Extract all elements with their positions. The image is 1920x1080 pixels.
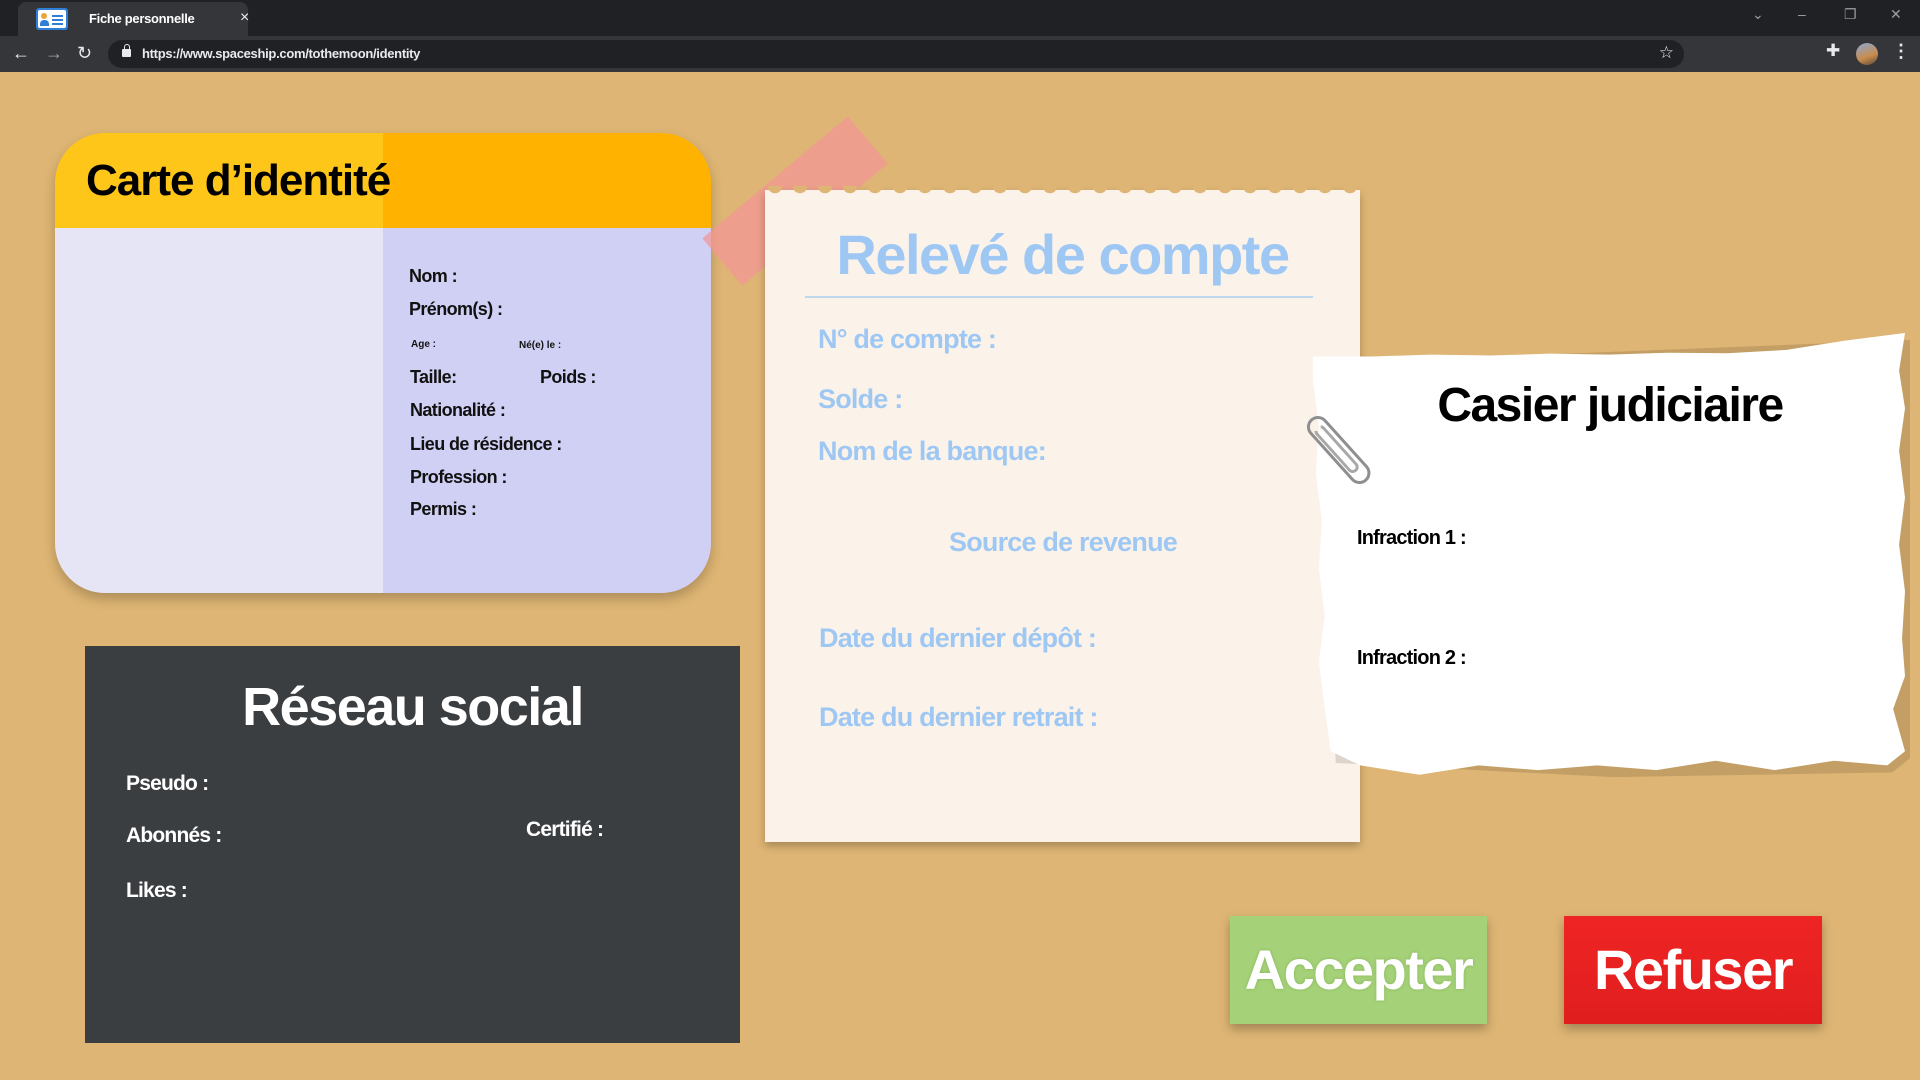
forward-icon[interactable]: → bbox=[45, 42, 63, 64]
title-underline bbox=[805, 296, 1313, 298]
minimize-icon[interactable]: – bbox=[1798, 6, 1806, 22]
identity-card-header: Carte d’identité bbox=[55, 133, 711, 228]
url-text[interactable]: https://www.spaceship.com/tothemoon/iden… bbox=[142, 46, 420, 61]
bookmark-star-icon[interactable]: ☆ bbox=[1659, 43, 1674, 63]
tab-close-icon[interactable]: × bbox=[240, 9, 249, 27]
label-permis: Permis : bbox=[410, 499, 477, 519]
label-nationalite: Nationalité : bbox=[410, 400, 506, 420]
reload-icon[interactable]: ↻ bbox=[77, 42, 92, 64]
label-abonnes: Abonnés : bbox=[126, 824, 222, 847]
label-profession: Profession : bbox=[410, 467, 507, 487]
browser-toolbar: ← → ↻ https://www.spaceship.com/tothemoo… bbox=[0, 36, 1920, 72]
label-taille: Taille: bbox=[410, 367, 457, 387]
label-likes: Likes : bbox=[126, 879, 188, 902]
extensions-icon[interactable]: ✚ bbox=[1826, 41, 1840, 61]
restore-icon[interactable]: ❐ bbox=[1844, 6, 1857, 23]
identity-card: Carte d’identité Nom : Prénom(s) : Age :… bbox=[55, 133, 711, 593]
browser-menu-icon[interactable]: ⋮ bbox=[1892, 41, 1910, 62]
label-certifie: Certifié : bbox=[526, 818, 604, 841]
label-dernier-retrait: Date du dernier retrait : bbox=[819, 702, 1098, 732]
bank-statement-title: Relevé de compte bbox=[836, 223, 1290, 286]
identity-photo-area bbox=[55, 228, 383, 593]
identity-info-panel: Nom : Prénom(s) : Age : Né(e) le : Taill… bbox=[383, 228, 711, 593]
social-title: Réseau social bbox=[242, 677, 584, 737]
label-solde: Solde : bbox=[818, 384, 903, 414]
browser-tab-bar: Fiche personnelle × ⌄ – ❐ ✕ bbox=[0, 0, 1920, 36]
label-dernier-depot: Date du dernier dépôt : bbox=[819, 623, 1097, 653]
label-prenoms: Prénom(s) : bbox=[409, 299, 503, 319]
id-card-icon bbox=[36, 8, 68, 30]
label-poids: Poids : bbox=[540, 367, 596, 387]
label-infraction-1: Infraction 1 : bbox=[1357, 527, 1467, 549]
chevron-down-icon[interactable]: ⌄ bbox=[1752, 6, 1764, 23]
label-date-naissance: Né(e) le : bbox=[519, 340, 562, 351]
label-nom-banque: Nom de la banque: bbox=[818, 436, 1047, 466]
accept-button[interactable]: Accepter bbox=[1230, 916, 1487, 1024]
identity-card-title: Carte d’identité bbox=[86, 156, 391, 205]
bank-statement-notepad: Relevé de compte N° de compte : Solde : … bbox=[765, 186, 1360, 842]
social-network-panel: Réseau social Pseudo : Abonnés : Certifi… bbox=[85, 646, 740, 1043]
browser-tab[interactable]: Fiche personnelle × bbox=[18, 2, 249, 36]
label-source-revenue: Source de revenue bbox=[949, 527, 1178, 557]
refuse-button[interactable]: Refuser bbox=[1564, 916, 1822, 1024]
label-infraction-2: Infraction 2 : bbox=[1357, 647, 1467, 669]
lock-icon[interactable] bbox=[122, 44, 131, 57]
label-pseudo: Pseudo : bbox=[126, 772, 209, 795]
profile-avatar[interactable] bbox=[1856, 43, 1878, 65]
notepad-binding bbox=[765, 186, 1360, 200]
tab-title: Fiche personnelle bbox=[89, 11, 195, 26]
criminal-record-title: Casier judiciaire bbox=[1437, 379, 1784, 432]
window-close-icon[interactable]: ✕ bbox=[1890, 6, 1902, 23]
label-nom: Nom : bbox=[409, 266, 458, 286]
label-age: Age : bbox=[411, 339, 436, 350]
back-icon[interactable]: ← bbox=[12, 42, 30, 64]
label-numero-compte: N° de compte : bbox=[818, 324, 997, 354]
label-lieu-residence: Lieu de résidence : bbox=[410, 434, 562, 454]
address-bar[interactable]: https://www.spaceship.com/tothemoon/iden… bbox=[108, 40, 1684, 68]
